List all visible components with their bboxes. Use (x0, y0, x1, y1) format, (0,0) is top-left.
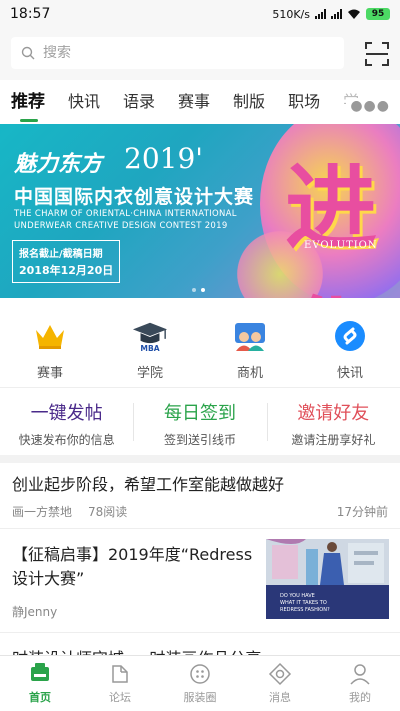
tab-pattern[interactable]: 制版 (233, 80, 265, 124)
crown-icon (32, 318, 68, 354)
forum-icon (80, 662, 160, 686)
post-title: 创业起步阶段，希望工作室能越做越好 (12, 475, 285, 494)
shortcut-contests[interactable]: 赛事 (10, 318, 90, 381)
nav-label: 消息 (269, 691, 291, 704)
shortcut-business[interactable]: 商机 (210, 318, 290, 381)
post-thumbnail[interactable]: DO YOU HAVE WHAT IT TAKES TO REDRESS FAS… (266, 539, 389, 619)
shortcut-label: 学院 (136, 366, 163, 381)
action-title: 邀请好友 (297, 403, 370, 424)
shortcut-news[interactable]: 快讯 (310, 318, 390, 381)
status-bar: 18:57 510K/s 95 (0, 0, 400, 28)
category-shortcuts: 赛事 MBA 学院 商机 快讯 (0, 298, 400, 388)
post-title: 时装设计师守城 ... 时装画作品分享 (0, 633, 400, 655)
search-box[interactable] (11, 37, 344, 69)
post-meta: 画一方禁地 78阅读 17分钟前 (12, 503, 388, 520)
banner-brand: 魅力东方 (14, 151, 103, 177)
banner-deadline: 报名截止/截稿日期 2018年12月20日 (12, 240, 121, 283)
wifi-icon (348, 9, 360, 19)
action-title: 一键发帖 (30, 403, 103, 424)
tab-career[interactable]: 职场 (288, 80, 320, 124)
tab-quotes[interactable]: 语录 (123, 80, 155, 124)
post-button[interactable]: 一键发帖 快速发布你的信息 (0, 389, 133, 455)
shortcut-label: 赛事 (36, 366, 63, 381)
nav-home[interactable]: 首页 (0, 656, 80, 711)
nav-label: 首页 (29, 691, 51, 704)
quick-actions: 一键发帖 快速发布你的信息 每日签到 签到送引线币 邀请好友 邀请注册享好礼 (0, 389, 400, 455)
svg-text:REDRESS FASHION?: REDRESS FASHION? (280, 607, 330, 613)
bottom-navigation: 首页 论坛 服装圈 消息 我的 (0, 655, 400, 711)
more-tabs-icon[interactable]: ●●● (346, 98, 390, 114)
post-title: 【征稿启事】2019年度“Redress设计大赛” (12, 545, 253, 588)
post-time: 17分钟前 (336, 505, 388, 519)
shortcut-academy[interactable]: MBA 学院 (110, 318, 190, 381)
deadline-label: 报名截止/截稿日期 (19, 249, 103, 260)
nav-profile[interactable]: 我的 (320, 656, 400, 711)
home-icon (0, 662, 80, 686)
banner-subtitle-en-2: UNDERWEAR CREATIVE DESIGN CONTEST 2019 (14, 221, 228, 231)
network-speed: 510K/s (272, 7, 310, 21)
action-subtitle: 快速发布你的信息 (18, 433, 115, 447)
svg-text:WHAT IT TAKES TO: WHAT IT TAKES TO (280, 600, 327, 606)
list-item[interactable]: 时装设计师守城 ... 时装画作品分享 (0, 633, 400, 655)
profile-icon (320, 662, 400, 686)
promo-banner[interactable]: 魅力东方 2019' 中国国际内衣创意设计大赛 THE CHARM OF ORI… (0, 124, 400, 298)
category-tabs: 推荐 快讯 语录 赛事 制版 职场 学 ●●● (0, 80, 400, 124)
section-divider (0, 455, 400, 463)
post-author[interactable]: 静Jenny (12, 603, 57, 620)
battery-indicator: 95 (366, 8, 390, 20)
nav-forum[interactable]: 论坛 (80, 656, 160, 711)
signal-icon-2 (331, 9, 342, 19)
invite-button[interactable]: 邀请好友 邀请注册享好礼 (266, 389, 400, 455)
scan-icon[interactable] (364, 41, 390, 67)
search-input[interactable] (43, 45, 323, 61)
shazam-icon (332, 318, 368, 354)
banner-big-text: 进化 (285, 154, 378, 298)
shortcut-label: 快讯 (336, 366, 363, 381)
nav-label: 论坛 (109, 691, 131, 704)
message-icon (240, 662, 320, 686)
post-reads: 78阅读 (88, 505, 128, 519)
action-title: 每日签到 (163, 403, 236, 424)
graduation-cap-icon: MBA (132, 318, 168, 354)
svg-text:DO YOU HAVE: DO YOU HAVE (280, 593, 315, 599)
status-indicators: 510K/s 95 (272, 8, 390, 21)
post-author[interactable]: 画一方禁地 (12, 503, 72, 520)
banner-subtitle-en-1: THE CHARM OF ORIENTAL·CHINA INTERNATIONA… (14, 209, 237, 219)
search-icon (21, 46, 35, 60)
carousel-dot[interactable] (192, 288, 196, 292)
shortcut-label: 商机 (236, 366, 263, 381)
people-icon (232, 318, 268, 354)
banner-year: 2019' (124, 142, 203, 175)
mba-badge: MBA (140, 344, 159, 353)
action-subtitle: 签到送引线币 (163, 433, 236, 447)
banner-title: 中国国际内衣创意设计大赛 (14, 186, 255, 208)
deadline-date: 2018年12月20日 (19, 264, 114, 277)
list-item[interactable]: 创业起步阶段，希望工作室能越做越好 画一方禁地 78阅读 17分钟前 (0, 463, 400, 529)
signal-icon (315, 9, 326, 19)
carousel-dot-active[interactable] (201, 288, 205, 292)
nav-label: 我的 (349, 691, 371, 704)
tab-contests[interactable]: 赛事 (178, 80, 210, 124)
nav-fashion-circle[interactable]: 服装圈 (160, 656, 240, 711)
button-icon (160, 662, 240, 686)
banner-evolution: EVOLUTION (304, 240, 378, 251)
carousel-indicator (192, 288, 205, 292)
tab-news[interactable]: 快讯 (68, 80, 100, 124)
action-subtitle: 邀请注册享好礼 (291, 433, 376, 447)
nav-messages[interactable]: 消息 (240, 656, 320, 711)
status-time: 18:57 (10, 6, 51, 22)
tab-recommend[interactable]: 推荐 (11, 80, 45, 124)
nav-label: 服装圈 (183, 691, 217, 704)
checkin-button[interactable]: 每日签到 签到送引线币 (133, 389, 266, 455)
list-item[interactable]: 【征稿启事】2019年度“Redress设计大赛” 静Jenny DO YOU … (0, 529, 400, 633)
search-header (0, 28, 400, 80)
post-feed: 创业起步阶段，希望工作室能越做越好 画一方禁地 78阅读 17分钟前 【征稿启事… (0, 463, 400, 655)
